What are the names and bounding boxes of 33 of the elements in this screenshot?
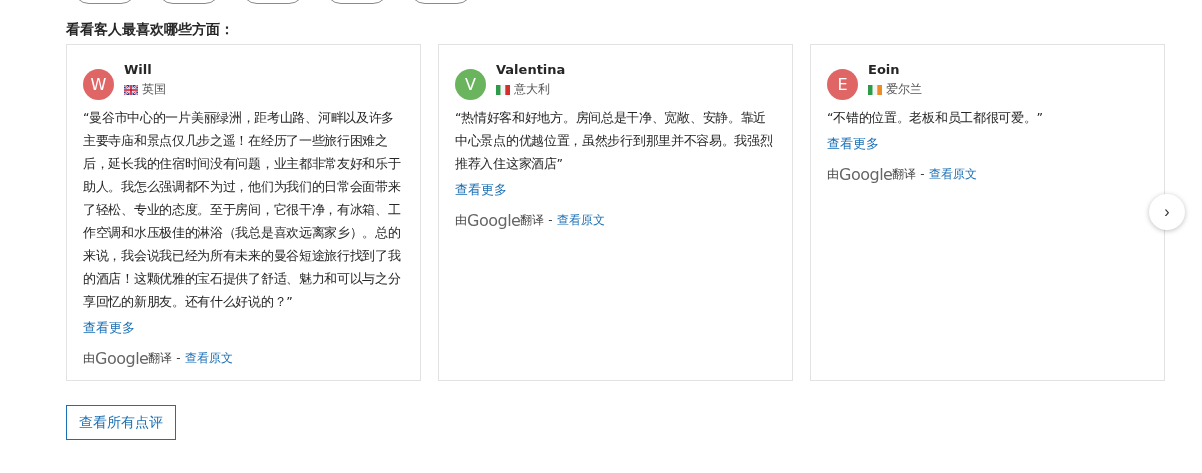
view-original-link[interactable]: 查看原文 xyxy=(184,350,233,367)
avatar: W xyxy=(83,69,114,100)
country-label: 爱尔兰 xyxy=(886,81,922,98)
review-text: “不错的位置。老板和员工都很可爱。” xyxy=(827,109,1044,127)
country-label: 英国 xyxy=(142,81,166,98)
translator-brand: Google xyxy=(839,165,893,184)
flag-icon xyxy=(124,84,138,95)
avatar: V xyxy=(455,69,486,100)
translated-label: 翻译 - xyxy=(892,166,925,181)
country-label: 意大利 xyxy=(514,81,550,98)
translated-by-label: 由 xyxy=(83,350,95,367)
read-more-link[interactable]: 查看更多 xyxy=(83,317,135,339)
section-heading: 看看客人最喜欢哪些方面： xyxy=(66,20,235,39)
reviewer-name: Eoin xyxy=(868,61,901,79)
next-button[interactable]: › xyxy=(1149,194,1185,230)
reviewer-name: Will xyxy=(124,61,153,79)
translated-label: 翻译 - xyxy=(148,350,181,365)
view-original-link[interactable]: 查看原文 xyxy=(928,166,977,183)
flag-icon xyxy=(496,84,510,95)
all-reviews-button[interactable]: 查看所有点评 xyxy=(66,405,176,440)
read-more-link[interactable]: 查看更多 xyxy=(827,133,879,155)
review-text: “曼谷市中心的一片美丽绿洲，距考山路、河畔以及许多主要寺庙和景点仅几步之遥！在经历了一些旅行困难之后，延长我的住宿时间没有问题，业主都非常友好和乐于助人。我怎么强调都不为过，他们为我们的日常会面带来了轻松、专业的态度。至于房间，它很干净，有冰箱、工作空调和水压极佳的淋浴（我总是喜欢远离家乡）。总的来说，我会说我已经为所有未来的曼谷短途旅行找到了我的酒店！这颗优雅的宝石提供了舒适、魅力和可以与之分享回忆的新朋友。还有什么好说的？” xyxy=(83,109,402,311)
view-original-link[interactable]: 查看原文 xyxy=(556,212,605,229)
avatar: E xyxy=(827,69,858,100)
read-more-link[interactable]: 查看更多 xyxy=(455,179,507,201)
reviewer-name: Valentina xyxy=(496,61,566,79)
translated-label: 翻译 - xyxy=(520,212,553,227)
review-text: “热情好客和好地方。房间总是干净、宽敞、安静。靠近中心景点的优越位置，虽然步行到那里并不容易。我强烈推荐入住这家酒店” xyxy=(455,109,774,173)
translated-by-label: 由 xyxy=(827,166,839,183)
flag-icon xyxy=(868,84,882,95)
translator-brand: Google xyxy=(467,211,521,230)
translator-brand: Google xyxy=(95,349,149,368)
translated-by-label: 由 xyxy=(455,212,467,229)
